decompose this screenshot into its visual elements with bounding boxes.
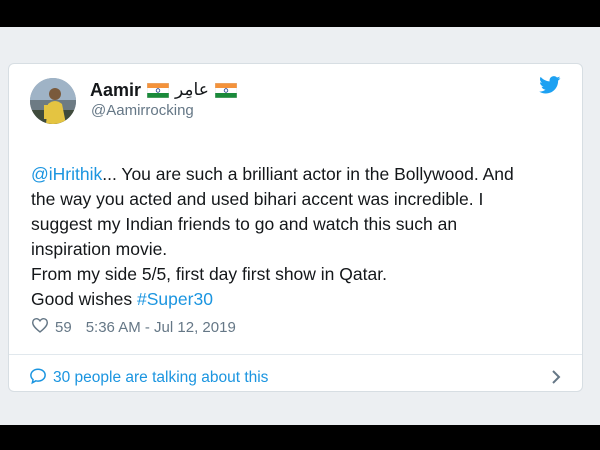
- tweet-line: inspiration movie.: [31, 239, 168, 259]
- talking-count-text: 30 people are talking about this: [53, 369, 269, 386]
- tweet-line: the way you acted and used bihari accent…: [31, 189, 484, 209]
- tweet-meta: 59 5:36 AM - Jul 12, 2019: [31, 317, 236, 337]
- india-flag-icon: [214, 82, 238, 98]
- tweet-line-text: ... You are such a brilliant actor in th…: [102, 164, 514, 184]
- conversation-link[interactable]: 30 people are talking about this: [29, 367, 566, 389]
- heart-icon[interactable]: [31, 317, 49, 337]
- tweet-line-text: Good wishes: [31, 289, 138, 309]
- author-name-urdu: عامِر: [175, 80, 209, 100]
- tweet-text: @iHrithik... You are such a brilliant ac…: [31, 162, 571, 312]
- mention-link[interactable]: @iHrithik: [31, 164, 102, 184]
- twitter-bird-icon[interactable]: [539, 76, 561, 99]
- avatar[interactable]: [30, 78, 76, 124]
- tweet-line: Good wishes #Super30: [31, 287, 571, 312]
- tweet-line: From my side 5/5, first day first show i…: [31, 264, 387, 284]
- hashtag-link[interactable]: #Super30: [137, 289, 213, 309]
- author-name[interactable]: Aamir: [90, 80, 141, 101]
- author-row: Aamir عامِر: [90, 77, 238, 103]
- comment-bubble-icon: [29, 367, 47, 390]
- divider: [9, 354, 582, 355]
- tweet-timestamp[interactable]: 5:36 AM - Jul 12, 2019: [86, 319, 236, 336]
- tweet-line: suggest my Indian friends to go and watc…: [31, 214, 458, 234]
- tweet-line: @iHrithik... You are such a brilliant ac…: [31, 162, 571, 187]
- embedded-tweet-card: Aamir عامِر @Aamirrocking @iHrithik... Y…: [8, 63, 583, 392]
- india-flag-icon: [146, 82, 170, 98]
- author-handle[interactable]: @Aamirrocking: [91, 102, 194, 119]
- like-count[interactable]: 59: [55, 319, 72, 336]
- chevron-right-icon: [550, 369, 562, 390]
